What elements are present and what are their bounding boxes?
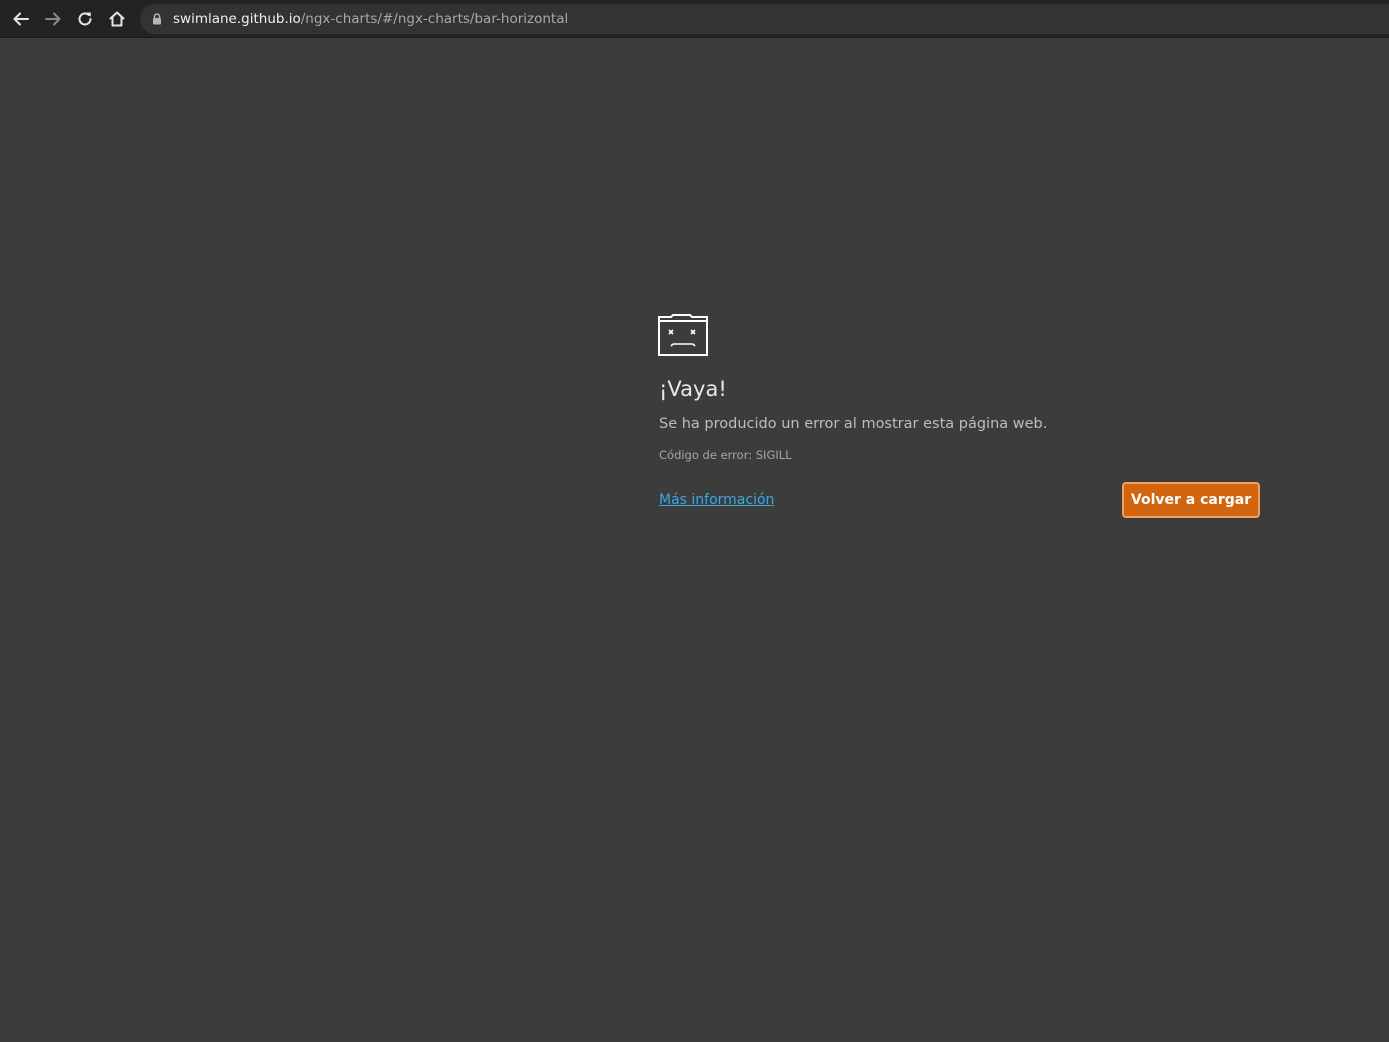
forward-arrow-icon (45, 12, 61, 26)
error-code: Código de error: SIGILL (659, 448, 792, 462)
error-title: ¡Vaya! (659, 377, 727, 401)
home-button[interactable] (105, 7, 129, 31)
forward-button[interactable] (41, 7, 65, 31)
lock-icon (153, 13, 161, 25)
url-text: swimlane.github.io/ngx-charts/#/ngx-char… (173, 10, 568, 28)
home-icon (109, 11, 125, 27)
url-host: swimlane.github.io (173, 11, 301, 27)
reload-button[interactable]: Volver a cargar (1122, 482, 1260, 518)
back-arrow-icon (13, 12, 29, 26)
error-message: Se ha producido un error al mostrar esta… (659, 416, 1048, 432)
more-info-link[interactable]: Más información (659, 490, 774, 510)
reload-page-button[interactable] (73, 7, 97, 31)
reload-icon (78, 12, 92, 26)
error-page (0, 39, 1389, 1042)
url-path: /ngx-charts/#/ngx-charts/bar-horizontal (300, 11, 569, 27)
address-bar[interactable]: swimlane.github.io/ngx-charts/#/ngx-char… (140, 4, 1389, 34)
browser-toolbar: swimlane.github.io/ngx-charts/#/ngx-char… (0, 0, 1389, 38)
sad-tab-icon (658, 314, 708, 356)
back-button[interactable] (9, 7, 33, 31)
